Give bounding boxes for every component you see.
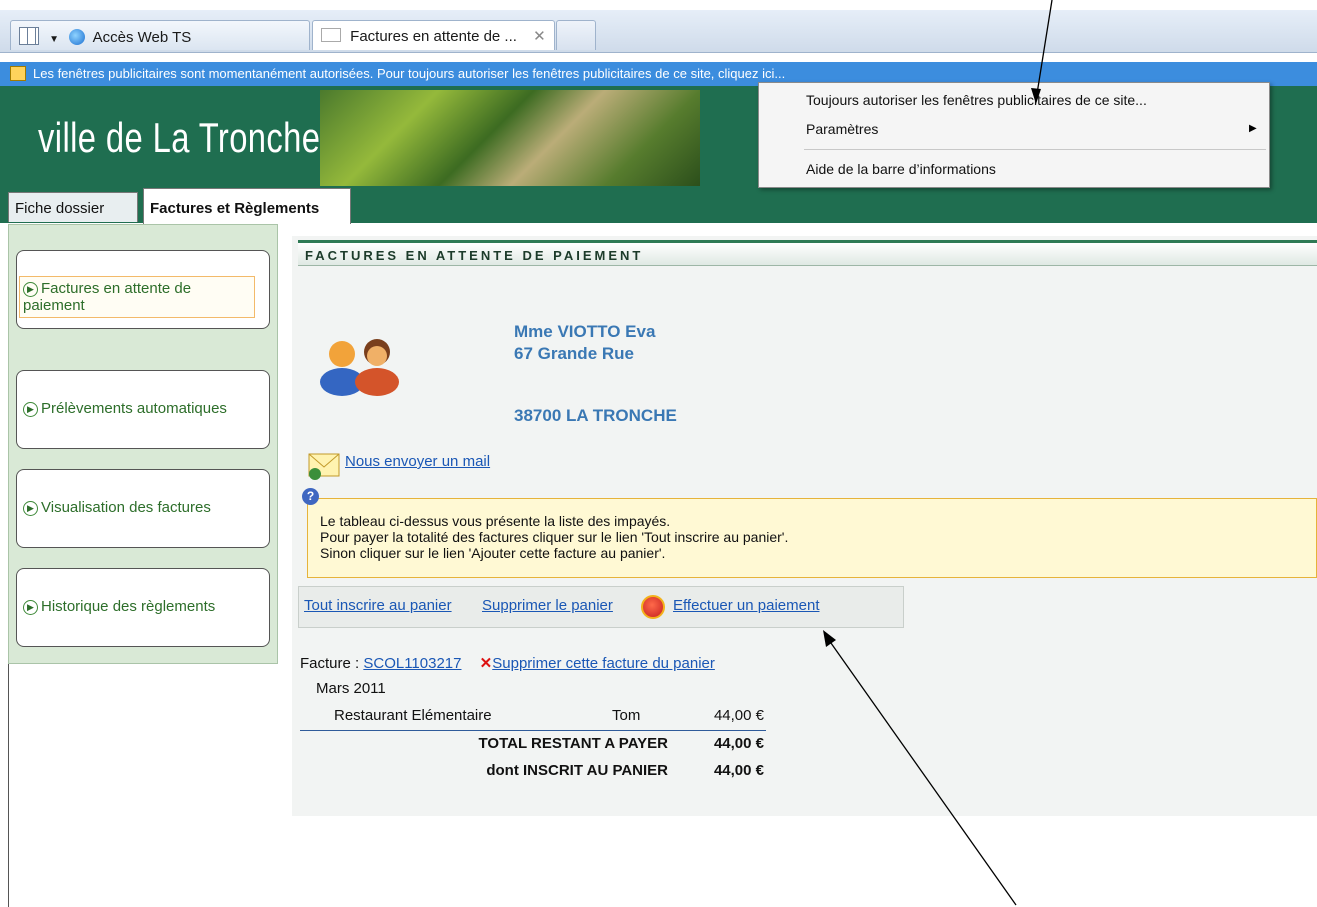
popup-blocker-icon bbox=[10, 66, 26, 81]
infobar-context-menu: Toujours autoriser les fenêtres publicit… bbox=[758, 82, 1270, 188]
page-border bbox=[8, 664, 9, 907]
invoice-line-child: Tom bbox=[612, 707, 641, 724]
help-line: Pour payer la totalité des factures cliq… bbox=[320, 529, 789, 545]
address-city: 38700 LA TRONCHE bbox=[514, 406, 677, 425]
help-line: Le tableau ci-dessus vous présente la li… bbox=[320, 513, 671, 529]
remove-invoice-link[interactable]: Supprimer cette facture du panier bbox=[492, 655, 715, 672]
help-line: Sinon cliquer sur le lien 'Ajouter cette… bbox=[320, 545, 666, 561]
sidebar-item-label: Factures en attente de paiement bbox=[23, 280, 192, 314]
sidebar-item-factures-attente[interactable]: ▶ Factures en attente de paiement bbox=[19, 276, 255, 318]
browser-tab-factures[interactable]: Factures en attente de ... ✕ bbox=[312, 20, 555, 50]
page-favicon-icon bbox=[321, 28, 341, 42]
cart-amount: 44,00 € bbox=[713, 762, 764, 779]
menu-separator bbox=[804, 149, 1266, 150]
payment-icon bbox=[641, 595, 665, 619]
arrow-right-icon: ▶ bbox=[23, 402, 38, 417]
browser-tab-label: Factures en attente de ... bbox=[350, 28, 517, 45]
help-box: Le tableau ci-dessus vous présente la li… bbox=[307, 498, 1317, 578]
arrow-right-icon: ▶ bbox=[23, 282, 38, 297]
invoice-number-link[interactable]: SCOL1103217 bbox=[363, 655, 461, 672]
sidebar-card-factures: ▶ Factures en attente de paiement bbox=[16, 250, 270, 329]
invoice-label: Facture : bbox=[300, 655, 364, 672]
make-payment-link[interactable]: Effectuer un paiement bbox=[673, 597, 819, 614]
site-logo: ville de La Tronche bbox=[38, 114, 321, 161]
browser-tab-acces-web[interactable]: ▼ Accès Web TS bbox=[10, 20, 310, 50]
address-name: Mme VIOTTO Eva bbox=[514, 322, 656, 341]
tab-factures-reglements[interactable]: Factures et Règlements bbox=[143, 188, 351, 224]
users-icon bbox=[320, 339, 399, 396]
add-all-to-cart-link[interactable]: Tout inscrire au panier bbox=[304, 597, 452, 614]
address-street: 67 Grande Rue bbox=[514, 344, 634, 363]
invoice-header: Facture : SCOL1103217 ✕Supprimer cette f… bbox=[300, 654, 715, 672]
sidebar-item-label: Visualisation des factures bbox=[41, 499, 211, 516]
invoice-line-service: Restaurant Elémentaire bbox=[334, 707, 492, 724]
sidebar-item-visualisation[interactable]: ▶ Visualisation des factures bbox=[23, 499, 211, 516]
remove-icon: ✕ bbox=[479, 655, 493, 672]
tab-list-dropdown-icon[interactable]: ▼ bbox=[49, 34, 59, 45]
arrow-right-icon: ▶ bbox=[23, 600, 38, 615]
cart-action-bar: Tout inscrire au panier Supprimer le pan… bbox=[298, 586, 904, 628]
section-title: FACTURES EN ATTENTE DE PAIEMENT bbox=[298, 240, 1317, 266]
total-amount: 44,00 € bbox=[713, 735, 764, 752]
sidebar-card-historique: ▶ Historique des règlements bbox=[16, 568, 270, 647]
sidebar-item-label: Historique des règlements bbox=[41, 598, 216, 615]
ie-logo-icon bbox=[69, 29, 86, 45]
tab-fiche-dossier[interactable]: Fiche dossier bbox=[8, 192, 138, 222]
arrow-right-icon: ▶ bbox=[23, 501, 38, 516]
divider bbox=[300, 730, 766, 731]
invoice-line-amount: 44,00 € bbox=[713, 707, 764, 724]
menu-item-aide[interactable]: Aide de la barre d’informations bbox=[806, 161, 996, 177]
submenu-arrow-icon: ▶ bbox=[1249, 123, 1257, 134]
clear-cart-link[interactable]: Supprimer le panier bbox=[482, 597, 613, 614]
sidebar-item-prelevements[interactable]: ▶ Prélèvements automatiques bbox=[23, 400, 227, 417]
browser-tab-label: Accès Web TS bbox=[92, 29, 192, 46]
menu-item-parametres[interactable]: Paramètres bbox=[806, 121, 878, 137]
menu-item-always-allow[interactable]: Toujours autoriser les fenêtres publicit… bbox=[806, 92, 1147, 108]
send-mail-link[interactable]: Nous envoyer un mail bbox=[345, 453, 490, 470]
sidebar-card-visualisation: ▶ Visualisation des factures bbox=[16, 469, 270, 548]
browser-tab-strip: ▼ Accès Web TS Factures en attente de ..… bbox=[0, 10, 1317, 53]
total-label: TOTAL RESTANT A PAYER bbox=[478, 735, 668, 752]
invoice-period: Mars 2011 bbox=[316, 680, 386, 697]
sidebar-card-prelevements: ▶ Prélèvements automatiques bbox=[16, 370, 270, 449]
header-photo bbox=[320, 90, 700, 186]
mail-icon bbox=[308, 453, 340, 480]
new-tab-button[interactable] bbox=[556, 20, 596, 50]
info-bar-message: Les fenêtres publicitaires sont momentan… bbox=[33, 66, 786, 81]
help-icon: ? bbox=[302, 488, 319, 505]
sidebar-item-historique[interactable]: ▶ Historique des règlements bbox=[23, 598, 215, 615]
cart-label: dont INSCRIT AU PANIER bbox=[486, 762, 668, 779]
sidebar-item-label: Prélèvements automatiques bbox=[41, 400, 227, 417]
close-tab-icon[interactable]: ✕ bbox=[533, 28, 546, 45]
quick-tabs-icon[interactable] bbox=[19, 27, 39, 45]
